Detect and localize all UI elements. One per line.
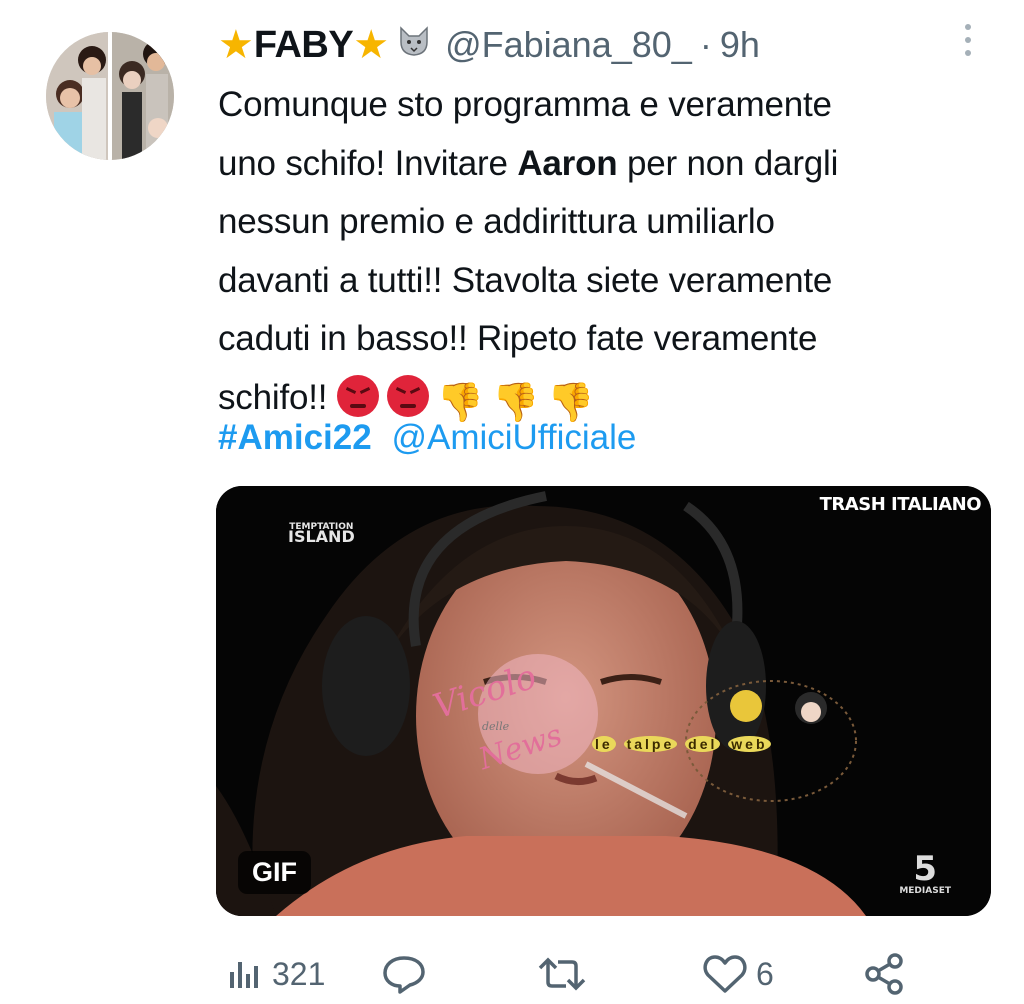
- views-count: 321: [272, 955, 326, 992]
- watermark-trash-italiano: TRASH ITALIANO: [819, 494, 982, 515]
- tweet-line: uno schifo! Invitare Aaron per non dargl…: [218, 135, 1008, 194]
- watermark-talpe: le talpe del web: [592, 736, 772, 752]
- mention-link[interactable]: @AmiciUfficiale: [391, 418, 636, 457]
- share-icon: [865, 953, 903, 995]
- tweet-line: nessun premio e addirittura umiliarlo: [218, 193, 1008, 252]
- timestamp[interactable]: 9h: [720, 24, 760, 66]
- avatar-photo: [46, 32, 174, 160]
- watermark-line: ISLAND: [288, 527, 355, 546]
- talpe-word: talpe: [623, 736, 678, 752]
- star-icon: ★: [353, 22, 390, 68]
- text-segment: nessun premio e addirittura umiliarlo: [218, 202, 775, 241]
- tweet-line: davanti a tutti!! Stavolta siete veramen…: [218, 252, 1008, 311]
- angry-face-icon: [336, 374, 379, 417]
- mediaset-text: MEDIASET: [899, 886, 951, 896]
- author-handle[interactable]: @Fabiana_80_: [445, 24, 692, 66]
- separator-dot: ·: [699, 24, 712, 65]
- views-icon: [230, 962, 258, 988]
- retweet-icon: [538, 957, 586, 991]
- thumbs-down-icon: 👎: [491, 379, 540, 424]
- text-segment: schifo!!: [218, 377, 337, 417]
- display-name[interactable]: FABY: [254, 24, 354, 67]
- watermark-mediaset: 5 MEDIASET: [899, 852, 951, 896]
- gif-frame: [216, 486, 991, 916]
- talpe-word: del: [685, 736, 721, 752]
- wolf-icon: [397, 24, 431, 66]
- watermark-vicolo-logo: Vicolo delle News: [428, 657, 576, 784]
- retweet-button[interactable]: [536, 948, 588, 1000]
- vicolo-text: delle: [482, 720, 510, 733]
- text-segment: Comunque sto programma e veramente: [218, 85, 832, 124]
- vicolo-text: Vicolo: [428, 656, 542, 728]
- like-icon: [703, 955, 747, 993]
- talpe-word: web: [728, 736, 771, 752]
- thumbs-down-icon: 👎: [547, 379, 595, 424]
- avatar[interactable]: [46, 32, 174, 160]
- tweet-header: ★ FABY ★ @Fabiana_80_ · 9h: [218, 20, 760, 70]
- share-button[interactable]: [862, 948, 908, 1000]
- thumbs-down-icon: 👎: [436, 379, 484, 424]
- text-segment: uno schifo! Invitare: [218, 143, 518, 183]
- talpe-word: le: [592, 736, 616, 752]
- tweet-line: Comunque sto programma e veramente: [218, 76, 1008, 135]
- reply-button[interactable]: [380, 948, 428, 1000]
- like-button[interactable]: 6: [702, 948, 774, 1000]
- text-segment: caduti in basso!! Ripeto fate veramente: [218, 319, 818, 358]
- angry-face-icon: [386, 374, 429, 417]
- tweet-text: Comunque sto programma e veramente uno s…: [218, 76, 1008, 427]
- text-segment: per non dargli: [617, 143, 839, 183]
- tweet-line: caduti in basso!! Ripeto fate veramente: [218, 310, 1008, 369]
- star-icon: ★: [218, 22, 254, 68]
- more-options-icon[interactable]: [954, 20, 982, 60]
- reply-icon: [383, 956, 425, 994]
- tweet-tags: #Amici22 @AmiciUfficiale: [218, 418, 636, 458]
- mediaset-logo: 5: [913, 849, 937, 889]
- views-button[interactable]: 321: [224, 948, 325, 1000]
- watermark-temptation-island: TEMPTATION ISLAND: [288, 522, 355, 546]
- action-bar: 321 6: [218, 948, 918, 1000]
- text-segment: davanti a tutti!! Stavolta siete veramen…: [218, 260, 833, 300]
- bold-name: Aaron: [517, 143, 618, 183]
- hashtag-link[interactable]: #Amici22: [218, 418, 372, 457]
- likes-count: 6: [756, 955, 774, 992]
- media-gif[interactable]: TRASH ITALIANO TEMPTATION ISLAND Vicolo …: [216, 486, 991, 916]
- gif-badge: GIF: [238, 851, 311, 894]
